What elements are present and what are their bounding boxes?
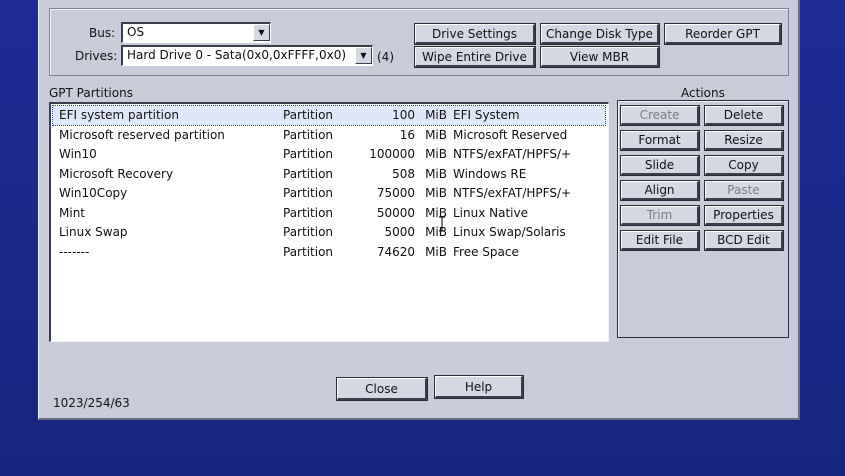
partition-size-unit: MiB — [425, 244, 447, 259]
change-disk-type-button[interactable]: Change Disk Type — [540, 23, 660, 45]
partition-filesystem: EFI System — [453, 108, 520, 122]
view-mbr-button[interactable]: View MBR — [540, 46, 660, 68]
properties-button[interactable]: Properties — [704, 205, 784, 226]
delete-button[interactable]: Delete — [704, 105, 784, 126]
create-button[interactable]: Create — [620, 105, 700, 126]
partition-filesystem: Linux Swap/Solaris — [453, 225, 566, 239]
partition-size-unit: MiB — [425, 108, 447, 122]
table-row[interactable]: Win10 Partition 100000 NTFS/exFAT/HPFS/+ MiB — [53, 145, 605, 164]
partition-type: Partition — [283, 244, 334, 259]
partition-type: Partition — [283, 127, 334, 142]
partition-name: Linux Swap — [59, 225, 128, 239]
text-cursor-icon — [439, 216, 445, 232]
partition-filesystem: Microsoft Reserved — [453, 127, 568, 142]
partition-name: ------- — [59, 244, 90, 259]
partition-editor-window: Bus: OS ▼ Drives: Hard Drive 0 - Sata(0x… — [38, 0, 800, 420]
partition-name: EFI system partition — [59, 108, 179, 122]
chevron-down-icon[interactable]: ▼ — [253, 24, 270, 41]
close-button[interactable]: Close — [336, 377, 428, 401]
paste-button[interactable]: Paste — [704, 180, 784, 201]
partition-filesystem: Free Space — [453, 244, 519, 259]
partition-filesystem: Linux Native — [453, 205, 528, 220]
geometry-status: 1023/254/63 — [53, 396, 130, 410]
actions-label: Actions — [681, 86, 725, 100]
table-row[interactable]: Microsoft reserved partition Partition 16 M… — [53, 126, 605, 145]
partition-filesystem: NTFS/exFAT/HPFS/+ — [453, 147, 572, 161]
drives-select[interactable]: Hard Drive 0 - Sata(0x0,0xFFFF,0x0) ▼ — [121, 45, 373, 66]
copy-button[interactable]: Copy — [704, 155, 784, 176]
partition-type: Partition — [283, 166, 334, 181]
drives-value: Hard Drive 0 - Sata(0x0,0xFFFF,0x0) — [127, 48, 347, 62]
table-row[interactable]: Mint Partition 50000 Linux Native MiB — [53, 204, 605, 223]
gpt-partitions-label: GPT Partitions — [49, 86, 133, 100]
format-button[interactable]: Format — [620, 130, 700, 151]
drives-label: Drives: — [75, 49, 118, 63]
drives-count: (4) — [377, 50, 394, 64]
partition-name: Microsoft Recovery — [59, 166, 174, 181]
partition-list[interactable]: EFI system partition Partition 100 EFI Syst… — [49, 102, 609, 342]
wipe-entire-drive-button[interactable]: Wipe Entire Drive — [414, 46, 536, 68]
partition-type: Partition — [283, 186, 334, 200]
partition-type: Partition — [283, 108, 334, 122]
trim-button[interactable]: Trim — [620, 205, 700, 226]
bus-label: Bus: — [89, 26, 116, 40]
table-row[interactable]: EFI system partition Partition 100 EFI Syst… — [52, 105, 606, 126]
table-row[interactable]: Win10Copy Partition 75000 NTFS/exFAT/HPFS/+… — [53, 184, 605, 203]
partition-filesystem: Windows RE — [453, 166, 527, 181]
partition-size-unit: MiB — [425, 166, 447, 181]
table-row[interactable]: Microsoft Recovery Partition 508 Windows RE… — [53, 165, 605, 184]
reorder-gpt-button[interactable]: Reorder GPT — [664, 23, 782, 45]
slide-button[interactable]: Slide — [620, 155, 700, 176]
drive-settings-button[interactable]: Drive Settings — [414, 23, 536, 45]
bus-select[interactable]: OS ▼ — [121, 22, 271, 43]
partition-size-unit: MiB — [425, 186, 447, 200]
bus-value: OS — [127, 25, 145, 39]
chevron-down-icon[interactable]: ▼ — [355, 47, 372, 64]
partition-type: Partition — [283, 205, 334, 220]
partition-name: Win10 — [59, 147, 97, 161]
partition-type: Partition — [283, 225, 334, 239]
table-row[interactable]: Linux Swap Partition 5000 Linux Swap/Solari… — [53, 223, 605, 242]
partition-name: Mint — [59, 205, 85, 220]
partition-name: Microsoft reserved partition — [59, 127, 225, 142]
resize-button[interactable]: Resize — [704, 130, 784, 151]
partition-name: Win10Copy — [59, 186, 128, 200]
table-row[interactable]: ------- Partition 74620 Free Space MiB — [53, 243, 605, 262]
partition-size-unit: MiB — [425, 127, 447, 142]
partition-filesystem: NTFS/exFAT/HPFS/+ — [453, 186, 572, 200]
help-button[interactable]: Help — [434, 375, 524, 399]
partition-size-unit: MiB — [425, 147, 447, 161]
align-button[interactable]: Align — [620, 180, 700, 201]
edit-file-button[interactable]: Edit File — [620, 230, 700, 251]
bcd-edit-button[interactable]: BCD Edit — [704, 230, 784, 251]
partition-type: Partition — [283, 147, 334, 161]
